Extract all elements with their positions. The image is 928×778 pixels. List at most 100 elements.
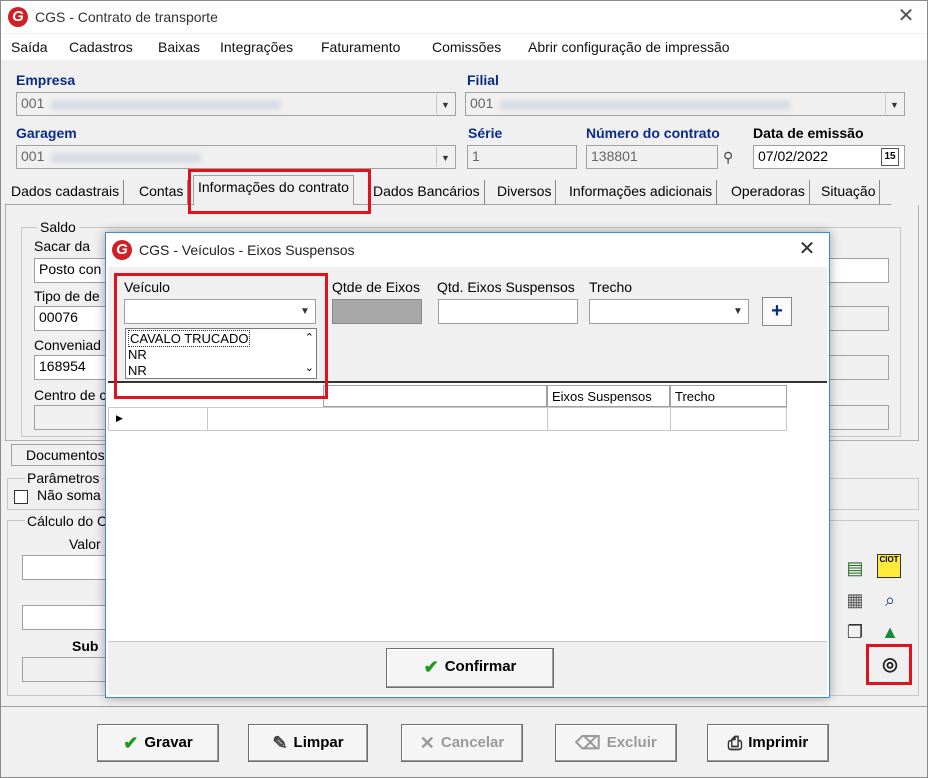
tab-diversos[interactable]: Diversos [493, 180, 557, 204]
app-logo-icon: G [8, 7, 28, 27]
serie-field[interactable]: 1 [467, 145, 577, 169]
menu-cadastros[interactable]: Cadastros [69, 39, 133, 55]
qtde-eixos-label: Qtde de Eixos [332, 279, 420, 295]
qtd-suspensos-field[interactable] [438, 299, 578, 324]
parametros-group-label: Parâmetros [25, 470, 102, 486]
empresa-combo[interactable]: 001 ▼ [16, 92, 456, 116]
binoculars-icon[interactable]: ⚲ [723, 149, 741, 167]
drive-icon[interactable]: ▲ [877, 620, 903, 644]
tab-operadoras[interactable]: Operadoras [727, 180, 810, 204]
dialog-title-bar: G CGS - Veículos - Eixos Suspensos ✕ [106, 233, 829, 267]
grid-header-eixos-suspensos[interactable]: Eixos Suspensos [547, 385, 670, 407]
tipo-label: Tipo de de [34, 288, 100, 304]
confirmar-label: Confirmar [444, 658, 517, 675]
row-indicator-icon: ▶ [116, 413, 123, 423]
tab-contas[interactable]: Contas [135, 180, 189, 204]
redacted-text [51, 153, 201, 163]
conveniado-label: Conveniad [34, 337, 101, 353]
close-icon[interactable]: ✕ [895, 5, 917, 27]
check-icon: ✔ [123, 733, 139, 753]
valor-field-2[interactable] [22, 605, 112, 630]
tab-dados-bancarios[interactable]: Dados Bancários [369, 180, 485, 204]
calendar-icon[interactable]: 15 [881, 148, 899, 166]
numero-contrato-label: Número do contrato [586, 125, 720, 141]
footer-divider [1, 706, 927, 707]
ciot-icon[interactable]: CIOT [877, 554, 901, 578]
gravar-button[interactable]: ✔ Gravar [97, 724, 219, 762]
highlight-tire-button [866, 644, 912, 685]
nao-somar-checkbox[interactable] [14, 490, 28, 504]
chevron-down-icon[interactable]: ▼ [436, 94, 454, 114]
serie-label: Série [468, 125, 503, 141]
chevron-down-icon[interactable]: ▼ [729, 301, 747, 322]
printer-icon: ⎙ [727, 733, 743, 753]
app-logo-icon: G [112, 240, 132, 260]
nao-somar-label: Não soma [37, 487, 101, 503]
filial-combo[interactable]: 001 ▼ [465, 92, 905, 116]
document-icon[interactable]: ▤ [842, 556, 868, 580]
chevron-down-icon[interactable]: ▼ [436, 147, 454, 167]
search-doc-icon[interactable]: ⌕ [877, 588, 903, 612]
grid-row-divider [207, 407, 208, 431]
add-button[interactable]: + [762, 297, 792, 326]
confirmar-button[interactable]: ✔ Confirmar [386, 648, 554, 688]
menu-baixas[interactable]: Baixas [158, 39, 200, 55]
tab-situacao[interactable]: Situação [817, 180, 881, 204]
menu-bar: Saída Cadastros Baixas Integrações Fatur… [1, 34, 927, 60]
tab-documentos[interactable]: Documentos [11, 444, 111, 466]
numero-contrato-field[interactable]: 138801 [586, 145, 718, 169]
qtd-suspensos-label: Qtd. Eixos Suspensos [437, 279, 575, 295]
subtotal-label: Sub [72, 638, 99, 654]
trecho-combo[interactable]: ▼ [589, 299, 749, 324]
cancelar-label: Cancelar [440, 734, 505, 751]
grid-row[interactable] [108, 407, 787, 431]
subtotal-field[interactable] [22, 657, 112, 682]
valor-label: Valor [69, 536, 101, 552]
filial-value: 001 [470, 95, 494, 111]
eraser-icon: ✎ [272, 733, 288, 753]
cancelar-button[interactable]: ✕ Cancelar [401, 724, 523, 762]
grid-row-divider [547, 407, 548, 431]
garagem-value: 001 [21, 148, 45, 164]
ciot-text: CIOT [879, 555, 899, 564]
empresa-value: 001 [21, 95, 45, 111]
tab-informacoes-adicionais[interactable]: Informações adicionais [565, 180, 718, 204]
cancel-icon: ✕ [419, 733, 435, 753]
dialog-title: CGS - Veículos - Eixos Suspensos [139, 242, 355, 258]
tab-dados-cadastrais[interactable]: Dados cadastrais [7, 180, 125, 204]
right-field-4[interactable] [827, 405, 889, 430]
check-icon: ✔ [423, 657, 439, 677]
sacar-label: Sacar da [34, 238, 91, 254]
limpar-button[interactable]: ✎ Limpar [248, 724, 368, 762]
files-icon[interactable]: ❐ [842, 620, 868, 644]
menu-comissoes[interactable]: Comissões [432, 39, 501, 55]
menu-saida[interactable]: Saída [11, 39, 48, 55]
right-field-1[interactable] [827, 258, 889, 283]
menu-integracoes[interactable]: Integrações [220, 39, 293, 55]
garagem-label: Garagem [16, 125, 77, 141]
valor-field[interactable] [22, 555, 112, 580]
excluir-button[interactable]: ⌫ Excluir [555, 724, 677, 762]
highlight-veiculo [114, 273, 328, 399]
chevron-down-icon[interactable]: ▼ [885, 94, 903, 114]
grid-header-trecho[interactable]: Trecho [670, 385, 787, 407]
imprimir-button[interactable]: ⎙ Imprimir [707, 724, 829, 762]
data-emissao-label: Data de emissão [753, 125, 864, 141]
menu-faturamento[interactable]: Faturamento [321, 39, 400, 55]
imprimir-label: Imprimir [748, 734, 809, 751]
trecho-label: Trecho [589, 279, 633, 295]
centro-label: Centro de c [34, 387, 107, 403]
right-field-3[interactable] [827, 355, 889, 380]
dialog-close-icon[interactable]: ✕ [796, 238, 818, 260]
gravar-label: Gravar [144, 734, 193, 751]
grid-header-spacer [323, 385, 547, 407]
window-title: CGS - Contrato de transporte [35, 9, 218, 25]
menu-configuracao-impressao[interactable]: Abrir configuração de impressão [528, 39, 730, 55]
invoice-icon[interactable]: ▦ [842, 588, 868, 612]
empresa-label: Empresa [16, 72, 76, 88]
garagem-combo[interactable]: 001 ▼ [16, 145, 456, 169]
qtde-eixos-field [332, 299, 422, 324]
right-field-2[interactable] [827, 306, 889, 331]
data-emissao-value: 07/02/2022 [758, 148, 829, 164]
redacted-text [500, 100, 790, 110]
